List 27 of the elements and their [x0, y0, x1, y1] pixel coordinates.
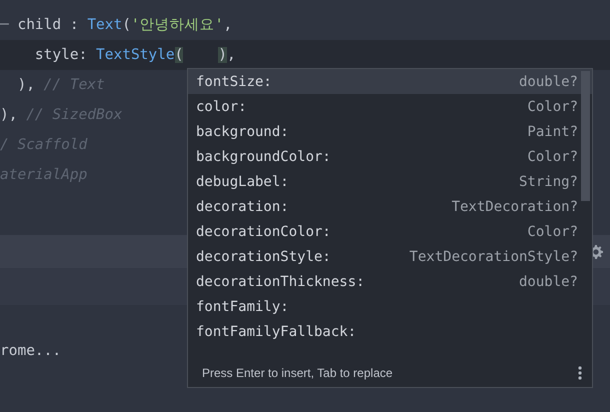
class-name: Text — [87, 17, 122, 33]
suggestion-item[interactable]: backgroundColor: Color? — [188, 144, 592, 169]
suggestion-item[interactable]: color: Color? — [188, 94, 592, 119]
code-text: ), — [0, 107, 18, 123]
code-text: child : — [16, 17, 80, 33]
suggestion-item[interactable]: decorationColor: Color? — [188, 219, 592, 244]
hint-text: Press Enter to insert, Tab to replace — [202, 366, 393, 380]
tree-guide: ─ — [0, 17, 9, 33]
console-output: rome... — [0, 343, 62, 359]
more-icon[interactable] — [578, 366, 582, 380]
code-text: ( — [122, 17, 131, 33]
suggestion-item[interactable]: fontFamily: — [188, 294, 592, 319]
scrollbar-thumb[interactable] — [581, 71, 590, 201]
bracket-highlight: ( — [174, 47, 184, 63]
suggestion-item[interactable]: decoration: TextDecoration? — [188, 194, 592, 219]
suggestion-item[interactable]: fontSize: double? — [188, 69, 592, 94]
code-text: ), — [16, 77, 36, 93]
code-text: , — [226, 47, 236, 63]
suggestion-item[interactable]: debugLabel: String? — [188, 169, 592, 194]
bracket-highlight: ) — [218, 47, 227, 63]
class-name: TextStyle — [96, 47, 175, 63]
suggestion-item[interactable]: background: Paint? — [188, 119, 592, 144]
code-text: style: — [34, 47, 88, 63]
code-text: , — [223, 17, 232, 33]
suggestion-item[interactable]: decorationStyle: TextDecorationStyle? — [188, 244, 592, 269]
suggestion-item[interactable]: fontFamilyFallback: — [188, 319, 592, 344]
string-literal: '안녕하세요' — [130, 17, 224, 33]
